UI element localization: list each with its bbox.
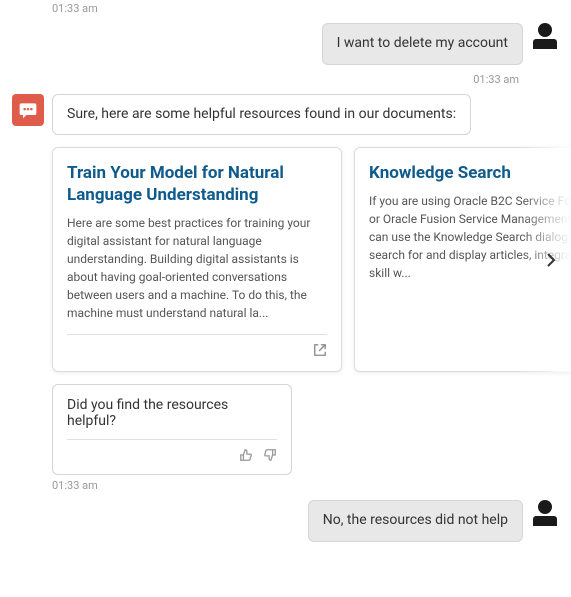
carousel-next-button[interactable] (539, 248, 563, 272)
user-avatar-icon (531, 23, 559, 51)
timestamp: 01:33 am (12, 2, 559, 15)
feedback-prompt-text: Did you find the resources helpful? (67, 397, 277, 429)
user-avatar-icon (531, 500, 559, 528)
resource-card[interactable]: Train Your Model for Natural Language Un… (52, 147, 342, 372)
user-message-row: I want to delete my account (12, 23, 559, 65)
chevron-right-icon (546, 252, 556, 268)
bot-avatar-icon (12, 94, 44, 126)
external-link-icon[interactable] (313, 343, 327, 357)
card-body: Here are some best practices for trainin… (67, 214, 327, 322)
card-title: Knowledge Search (369, 162, 571, 184)
user-message-bubble: I want to delete my account (322, 23, 523, 65)
thumbs-up-icon[interactable] (239, 448, 253, 462)
resource-cards-carousel: Train Your Model for Natural Language Un… (52, 147, 559, 372)
feedback-actions (67, 439, 277, 462)
chat-container: 01:33 am I want to delete my account 01:… (0, 2, 571, 597)
user-message-row: No, the resources did not help (12, 500, 559, 542)
user-message-bubble: No, the resources did not help (308, 500, 523, 542)
bot-message-bubble: Sure, here are some helpful resources fo… (52, 94, 471, 136)
timestamp: 01:33 am (12, 479, 559, 492)
thumbs-down-icon[interactable] (263, 448, 277, 462)
timestamp: 01:33 am (12, 73, 559, 86)
card-footer (67, 334, 327, 357)
bot-message-row: Sure, here are some helpful resources fo… (12, 94, 559, 136)
feedback-prompt-box: Did you find the resources helpful? (52, 384, 292, 475)
card-title: Train Your Model for Natural Language Un… (67, 162, 327, 206)
